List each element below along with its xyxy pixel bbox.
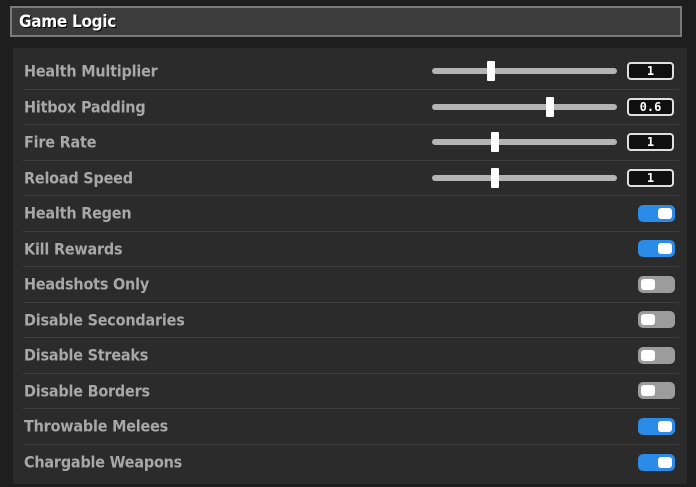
fire-rate-slider[interactable]	[432, 132, 617, 153]
setting-label: Headshots Only	[24, 274, 149, 294]
setting-label: Disable Streaks	[24, 345, 149, 365]
setting-row-reload-speed: Reload Speed 1	[23, 161, 679, 196]
section-header: Game Logic	[10, 6, 682, 37]
setting-label: Health Regen	[24, 203, 132, 223]
setting-row-throwable-melees: Throwable Melees	[23, 409, 679, 445]
settings-panel: Health Multiplier 1 Hitbox Padding 0.6 F…	[13, 48, 687, 484]
toggle-knob	[658, 456, 672, 468]
toggle-knob	[641, 385, 655, 397]
setting-row-headshots-only: Headshots Only	[23, 267, 679, 303]
setting-row-disable-borders: Disable Borders	[23, 374, 679, 409]
slider-thumb[interactable]	[546, 96, 555, 117]
slider-thumb[interactable]	[490, 167, 499, 188]
setting-label: Kill Rewards	[24, 239, 123, 259]
setting-label: Hitbox Padding	[24, 97, 146, 117]
disable-streaks-toggle[interactable]	[638, 346, 675, 364]
setting-row-hitbox-padding: Hitbox Padding 0.6	[23, 90, 679, 125]
hitbox-padding-slider[interactable]	[432, 96, 617, 117]
throwable-melees-toggle[interactable]	[638, 417, 675, 435]
setting-row-disable-streaks: Disable Streaks	[23, 338, 679, 374]
health-multiplier-slider[interactable]	[432, 61, 617, 82]
disable-borders-toggle[interactable]	[638, 382, 675, 400]
reload-speed-slider[interactable]	[432, 167, 617, 188]
toggle-knob	[658, 243, 672, 255]
fire-rate-value-input[interactable]: 1	[627, 133, 674, 152]
setting-label: Disable Secondaries	[24, 310, 185, 330]
setting-label: Throwable Melees	[24, 416, 169, 436]
toggle-knob	[641, 349, 655, 361]
slider-thumb[interactable]	[490, 132, 499, 153]
health-regen-toggle[interactable]	[638, 204, 675, 222]
headshots-only-toggle[interactable]	[638, 275, 675, 293]
setting-row-fire-rate: Fire Rate 1	[23, 125, 679, 161]
toggle-knob	[641, 278, 655, 290]
setting-row-chargable-weapons: Chargable Weapons	[23, 445, 679, 481]
health-multiplier-value-input[interactable]: 1	[627, 62, 674, 81]
toggle-knob	[658, 207, 672, 219]
disable-secondaries-toggle[interactable]	[638, 311, 675, 329]
setting-label: Disable Borders	[24, 381, 150, 401]
setting-label: Fire Rate	[24, 132, 97, 152]
setting-row-health-multiplier: Health Multiplier 1	[23, 54, 679, 90]
section-title: Game Logic	[19, 12, 117, 32]
setting-row-kill-rewards: Kill Rewards	[23, 232, 679, 267]
toggle-knob	[641, 314, 655, 326]
chargable-weapons-toggle[interactable]	[638, 453, 675, 471]
slider-thumb[interactable]	[487, 61, 496, 82]
toggle-knob	[658, 420, 672, 432]
setting-label: Chargable Weapons	[24, 452, 183, 472]
setting-label: Health Multiplier	[24, 61, 158, 81]
reload-speed-value-input[interactable]: 1	[627, 168, 674, 187]
kill-rewards-toggle[interactable]	[638, 240, 675, 258]
setting-row-disable-secondaries: Disable Secondaries	[23, 303, 679, 338]
setting-label: Reload Speed	[24, 168, 133, 188]
hitbox-padding-value-input[interactable]: 0.6	[627, 97, 674, 116]
setting-row-health-regen: Health Regen	[23, 196, 679, 232]
